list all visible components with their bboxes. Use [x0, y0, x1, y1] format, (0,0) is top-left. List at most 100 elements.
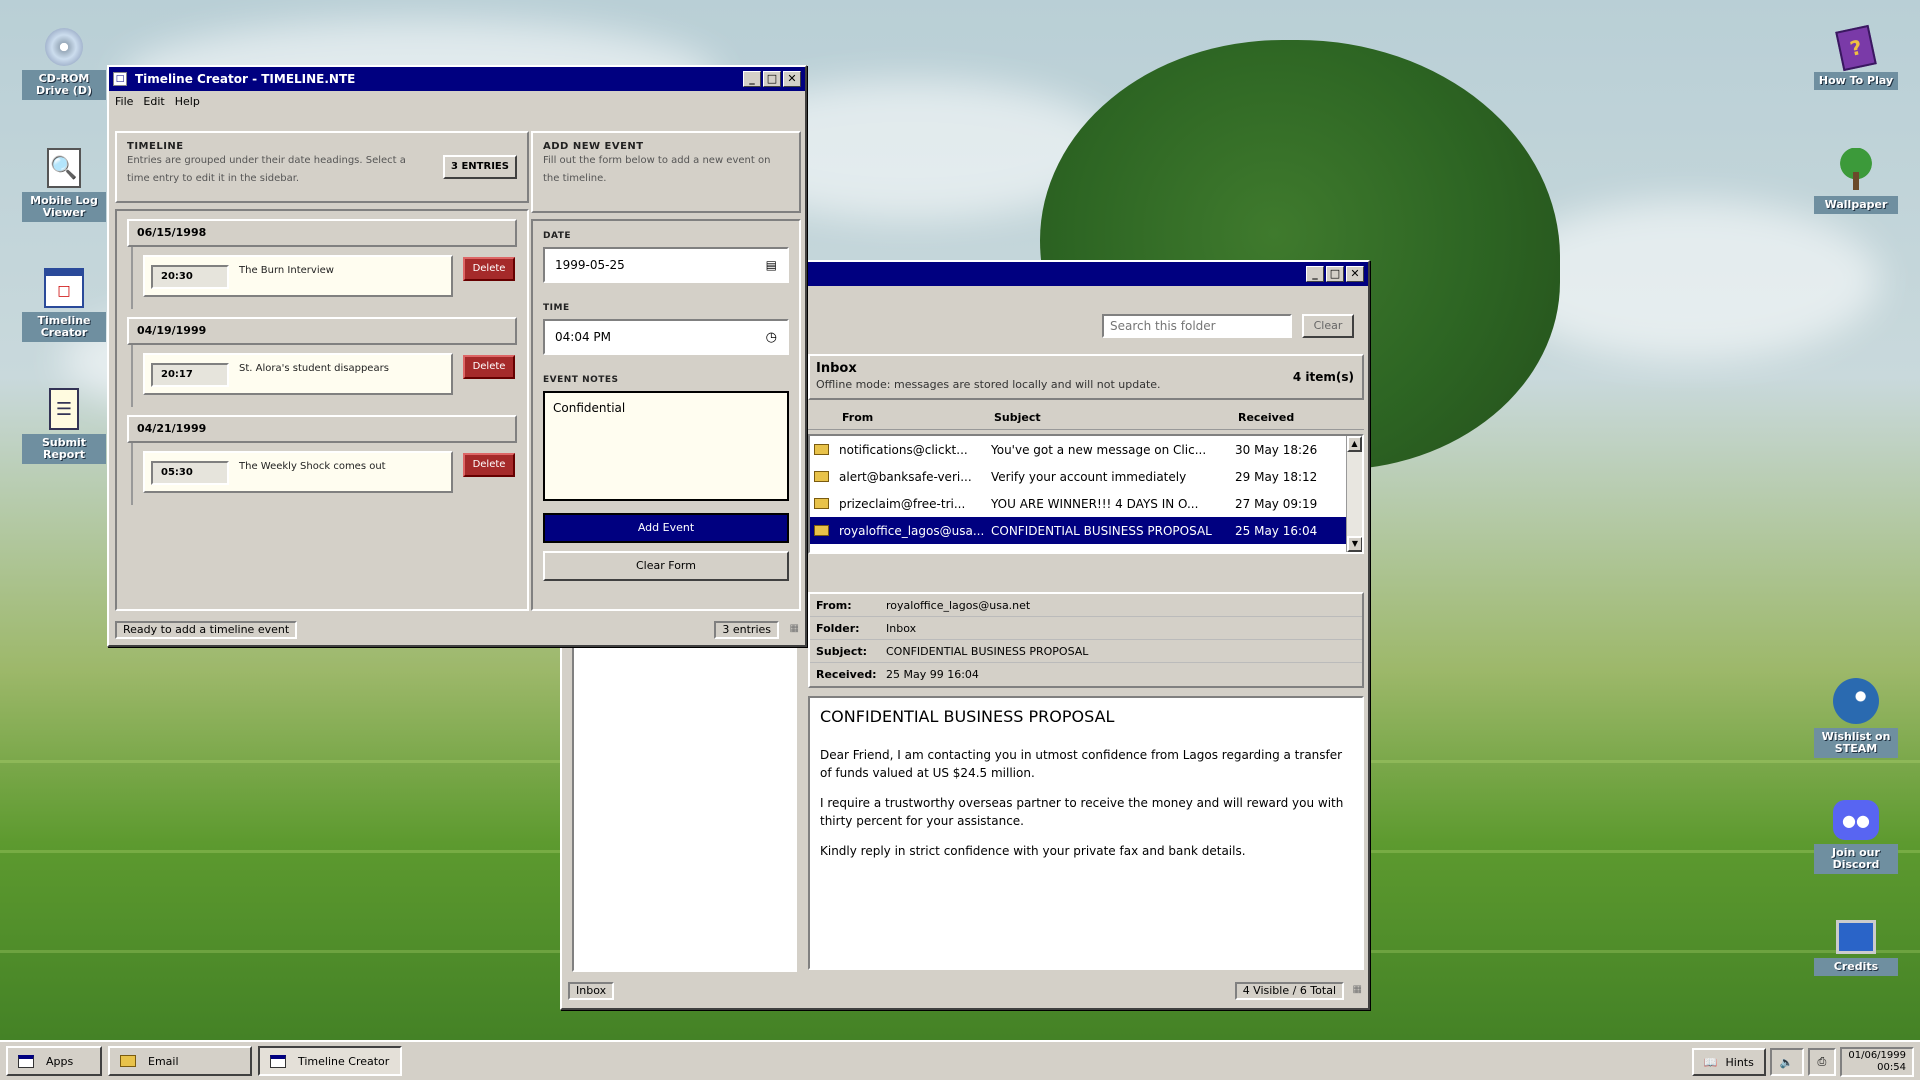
body-paragraph: Dear Friend, I am contacting you in utmo… — [820, 748, 1343, 780]
timeline-entry[interactable]: 20:17 St. Alora's student disappears Delet… — [131, 345, 517, 407]
timeline-entry[interactable]: 05:30 The Weekly Shock comes out Delete — [131, 443, 517, 505]
message-body[interactable]: CONFIDENTIAL BUSINESS PROPOSAL Dear Frie… — [808, 696, 1364, 970]
apps-button[interactable]: Apps — [6, 1046, 102, 1076]
desktop-icon-wallpaper[interactable]: Wallpaper — [1814, 148, 1898, 214]
cd-rom-icon — [45, 28, 83, 66]
desktop-icon-timeline-creator[interactable]: □ Timeline Creator — [22, 268, 106, 342]
desktop-icon-steam[interactable]: Wishlist on STEAM — [1814, 678, 1898, 758]
system-tray: 📖 Hints 🔈 ⎙ 01/06/1999 00:54 — [1691, 1046, 1914, 1078]
envelope-icon — [120, 1055, 136, 1067]
delete-button[interactable]: Delete — [463, 453, 515, 477]
folder-desc: Offline mode: messages are stored locall… — [816, 378, 1161, 391]
minimize-button[interactable]: _ — [1306, 266, 1324, 282]
search-clear-button[interactable]: Clear — [1302, 314, 1354, 338]
event-form: DATE 1999-05-25 ▤ TIME 04:04 PM ◷ EVENT … — [531, 219, 801, 611]
timeline-entry-card[interactable]: 20:30 The Burn Interview — [143, 255, 453, 297]
message-row[interactable]: royaloffice_lagos@usa.... CONFIDENTIAL BU… — [810, 517, 1362, 544]
status-message: Ready to add a timeline event — [115, 621, 298, 639]
detail-folder: Inbox — [886, 621, 917, 635]
magnifier-document-icon: 🔍 — [47, 148, 81, 188]
message-from: royaloffice_lagos@usa.... — [839, 523, 985, 538]
close-button[interactable]: ✕ — [783, 71, 801, 87]
menu-help[interactable]: Help — [175, 95, 200, 108]
desktop-icon-credits[interactable]: Credits — [1814, 920, 1898, 976]
tree-icon — [1836, 148, 1876, 192]
add-event-button[interactable]: Add Event — [543, 513, 789, 543]
printer-icon[interactable]: ⎙ — [1807, 1048, 1837, 1076]
envelope-icon — [814, 498, 829, 509]
menu-edit[interactable]: Edit — [143, 95, 164, 108]
timeline-entry[interactable]: 20:30 The Burn Interview Delete — [131, 247, 517, 309]
entry-time: 05:30 — [151, 461, 229, 485]
desktop-icon-discord[interactable]: ●● Join our Discord — [1814, 800, 1898, 874]
col-subject[interactable]: Subject — [994, 411, 1238, 424]
date-group-header: 04/21/1999 — [127, 415, 517, 443]
minimize-button[interactable]: _ — [743, 71, 761, 87]
email-statusbar: Inbox 4 Visible / 6 Total ▦ — [568, 980, 1362, 1002]
search-input[interactable] — [1102, 314, 1292, 338]
timeline-window[interactable]: □ Timeline Creator - TIMELINE.NTE _ □ ✕ … — [107, 65, 807, 647]
calendar-picker-icon[interactable]: ▤ — [766, 258, 777, 272]
app-calendar-icon: □ — [113, 72, 127, 86]
status-entries: 3 entries — [714, 621, 779, 639]
list-scrollbar[interactable]: ▲ ▼ — [1346, 436, 1362, 552]
menu-file[interactable]: File — [115, 95, 133, 108]
message-from: alert@banksafe-veri... — [839, 469, 972, 484]
close-button[interactable]: ✕ — [1346, 266, 1364, 282]
message-subject: Verify your account immediately — [991, 469, 1187, 484]
clock[interactable]: 01/06/1999 00:54 — [1840, 1047, 1914, 1077]
message-received: 27 May 09:19 — [1235, 496, 1318, 511]
monitor-icon — [1836, 920, 1876, 954]
volume-icon[interactable]: 🔈 — [1769, 1048, 1804, 1076]
timeline-entry-card[interactable]: 05:30 The Weekly Shock comes out — [143, 451, 453, 493]
apps-icon — [18, 1054, 34, 1068]
notes-textarea[interactable]: Confidential — [543, 391, 789, 501]
steam-icon — [1833, 678, 1879, 724]
message-row[interactable]: prizeclaim@free-tri... YOU ARE WINNER!!! … — [810, 490, 1362, 517]
delete-button[interactable]: Delete — [463, 257, 515, 281]
delete-button[interactable]: Delete — [463, 355, 515, 379]
desktop-icon-how-to-play[interactable]: ? How To Play — [1814, 24, 1898, 90]
clipboard-icon: ☰ — [49, 388, 79, 430]
clock-icon[interactable]: ◷ — [766, 330, 777, 345]
desktop-icon-mobile-log-viewer[interactable]: 🔍 Mobile Log Viewer — [22, 148, 106, 222]
message-received: 29 May 18:12 — [1235, 469, 1318, 484]
resize-grip-icon[interactable]: ▦ — [790, 623, 799, 634]
body-paragraph: I require a trustworthy overseas partner… — [820, 796, 1344, 828]
message-list[interactable]: notifications@clickt... You've got a new … — [808, 434, 1364, 554]
calendar-icon: □ — [44, 268, 84, 308]
col-from[interactable]: From — [842, 411, 994, 424]
entry-title: St. Alora's student disappears — [239, 363, 389, 374]
desktop-icon-submit-report[interactable]: ☰ Submit Report — [22, 388, 106, 464]
form-heading: ADD NEW EVENT — [543, 141, 644, 152]
message-subject: You've got a new message on Clic... — [991, 442, 1207, 457]
task-timeline-creator[interactable]: Timeline Creator — [258, 1046, 402, 1076]
hints-button[interactable]: 📖 Hints — [1691, 1048, 1766, 1076]
entry-title: The Weekly Shock comes out — [239, 461, 386, 472]
message-row[interactable]: alert@banksafe-veri... Verify your accoun… — [810, 463, 1362, 490]
message-row[interactable]: notifications@clickt... You've got a new … — [810, 436, 1362, 463]
task-email[interactable]: Email — [108, 1046, 252, 1076]
date-group-header: 04/19/1999 — [127, 317, 517, 345]
timeline-statusbar: Ready to add a timeline event 3 entries … — [115, 621, 801, 641]
status-folder: Inbox — [568, 982, 615, 1000]
message-list-header: From Subject Received — [808, 406, 1364, 430]
timeline-heading: TIMELINE — [127, 141, 184, 152]
detail-received: 25 May 99 16:04 — [886, 668, 979, 681]
email-toolbar: Clear — [808, 306, 1364, 346]
time-input[interactable]: 04:04 PM ◷ — [543, 319, 789, 355]
maximize-button[interactable]: □ — [1326, 266, 1344, 282]
clear-form-button[interactable]: Clear Form — [543, 551, 789, 581]
col-received[interactable]: Received — [1238, 411, 1294, 424]
desktop-icon-cd-rom[interactable]: CD-ROM Drive (D) — [22, 28, 106, 100]
timeline-entry-card[interactable]: 20:17 St. Alora's student disappears — [143, 353, 453, 395]
timeline-list[interactable]: 06/15/1998 20:30 The Burn Interview Delete 0… — [115, 209, 529, 611]
entry-time: 20:17 — [151, 363, 229, 387]
maximize-button[interactable]: □ — [763, 71, 781, 87]
resize-grip-icon[interactable]: ▦ — [1353, 984, 1362, 995]
date-input[interactable]: 1999-05-25 ▤ — [543, 247, 789, 283]
date-label: DATE — [543, 231, 572, 241]
taskbar: Apps Email Timeline Creator 📖 Hints 🔈 ⎙ … — [0, 1040, 1920, 1080]
menubar: File Edit Help — [109, 91, 805, 111]
timeline-titlebar[interactable]: □ Timeline Creator - TIMELINE.NTE _ □ ✕ — [109, 67, 805, 91]
